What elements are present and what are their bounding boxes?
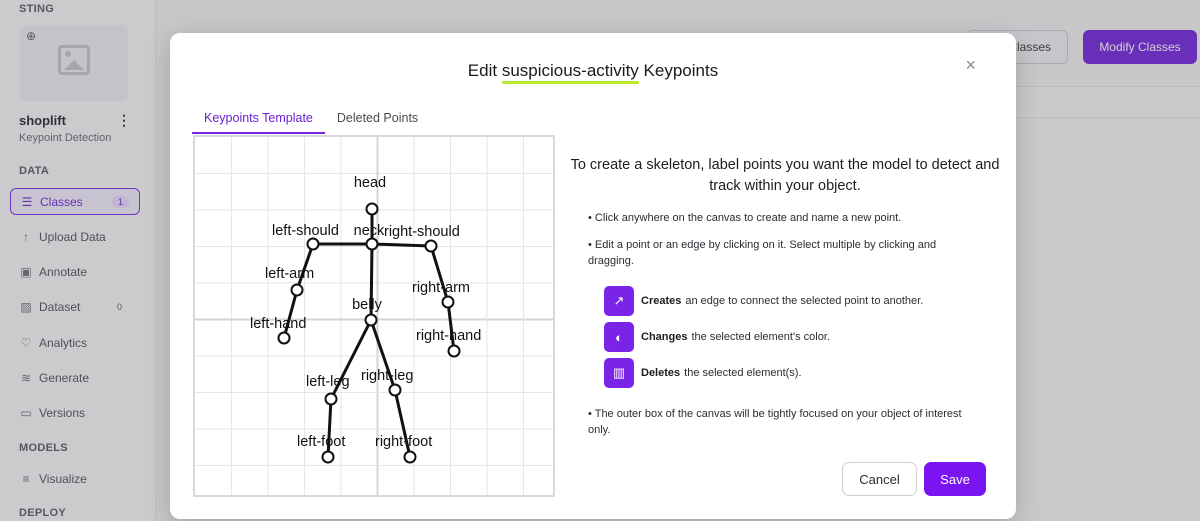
- skeleton-edge-neck-right-should[interactable]: [370, 242, 433, 248]
- tool-action: Deletes: [641, 367, 681, 379]
- skeleton-svg[interactable]: head neck left-should right-should left-arm r…: [195, 137, 553, 495]
- keypoint-label-right-foot: right-foot: [375, 434, 432, 450]
- keypoint-label-left-hand: left-hand: [250, 316, 306, 332]
- keypoint-label-left-foot: left-foot: [297, 434, 345, 450]
- keypoint-label-right-hand: right-hand: [416, 328, 481, 344]
- keypoint-label-head: head: [354, 175, 386, 191]
- keypoint-left-leg[interactable]: [324, 392, 338, 406]
- tool-action: Changes: [641, 331, 688, 343]
- instruction-bullet: • The outer box of the canvas will be ti…: [588, 408, 962, 436]
- modal-title: Edit suspicious-activity Keypoints: [170, 61, 1016, 81]
- keypoint-label-belly: belly: [352, 297, 383, 313]
- bullet-text: The outer box of the canvas will be tigh…: [588, 408, 962, 436]
- instruction-bullet: • Click anywhere on the canvas to create…: [588, 212, 902, 224]
- keypoint-neck[interactable]: [365, 237, 379, 251]
- keypoint-right-arm[interactable]: [441, 295, 455, 309]
- keypoint-label-left-leg: left-leg: [306, 374, 350, 390]
- keypoint-label-left-arm: left-arm: [265, 266, 314, 282]
- arrow-diagonal-icon[interactable]: ↗: [604, 286, 634, 316]
- keypoint-left-arm[interactable]: [290, 283, 304, 297]
- keypoint-label-right-leg: right-leg: [361, 368, 413, 384]
- edit-keypoints-modal: Edit suspicious-activity Keypoints × Key…: [170, 33, 1016, 519]
- instructions-panel: To create a skeleton, label points you w…: [570, 155, 1000, 436]
- keypoint-right-hand[interactable]: [447, 344, 461, 358]
- create-edge-tool-row: ↗ Creates an edge to connect the selected…: [604, 286, 923, 316]
- keypoint-right-leg[interactable]: [388, 383, 402, 397]
- instructions-heading: To create a skeleton, label points you w…: [570, 157, 1000, 194]
- trash-icon[interactable]: ▥: [604, 358, 634, 388]
- keypoint-label-left-should: left-should: [272, 223, 339, 239]
- tool-description: the selected element(s).: [684, 367, 802, 379]
- keypoint-left-foot[interactable]: [321, 450, 335, 464]
- bullet-text: Edit a point or an edge by clicking on i…: [588, 239, 937, 267]
- tab-keypoints-template[interactable]: Keypoints Template: [192, 105, 325, 134]
- keypoint-right-foot[interactable]: [403, 450, 417, 464]
- keypoint-belly[interactable]: [364, 313, 378, 327]
- title-suffix: Keypoints: [638, 61, 719, 80]
- save-button[interactable]: Save: [924, 462, 986, 496]
- cancel-button[interactable]: Cancel: [842, 462, 917, 496]
- keypoint-label-right-arm: right-arm: [412, 280, 470, 296]
- bullet-text: Click anywhere on the canvas to create a…: [594, 212, 902, 224]
- palette-icon[interactable]: ◐: [604, 322, 634, 352]
- keypoint-label-right-should: right-should: [384, 224, 460, 240]
- title-prefix: Edit: [467, 61, 502, 80]
- keypoint-head[interactable]: [365, 202, 379, 216]
- change-color-tool-row: ◐ Changes the selected element's color.: [604, 322, 830, 352]
- class-name-highlight: suspicious-activity: [501, 61, 639, 80]
- tool-description: an edge to connect the selected point to…: [685, 295, 924, 307]
- tool-description: the selected element's color.: [691, 331, 830, 343]
- keypoint-label-neck: neck: [354, 223, 385, 239]
- close-icon[interactable]: ×: [965, 55, 976, 76]
- tab-deleted-points[interactable]: Deleted Points: [325, 105, 430, 134]
- tool-action: Creates: [641, 295, 682, 307]
- keypoint-left-should[interactable]: [306, 237, 320, 251]
- skeleton-canvas[interactable]: head neck left-should right-should left-arm r…: [193, 135, 555, 497]
- instruction-bullet: • Edit a point or an edge by clicking on…: [588, 239, 937, 267]
- keypoint-right-should[interactable]: [424, 239, 438, 253]
- delete-tool-row: ▥ Deletes the selected element(s).: [604, 358, 802, 388]
- keypoint-left-hand[interactable]: [277, 331, 291, 345]
- modal-tabs: Keypoints Template Deleted Points: [192, 105, 430, 134]
